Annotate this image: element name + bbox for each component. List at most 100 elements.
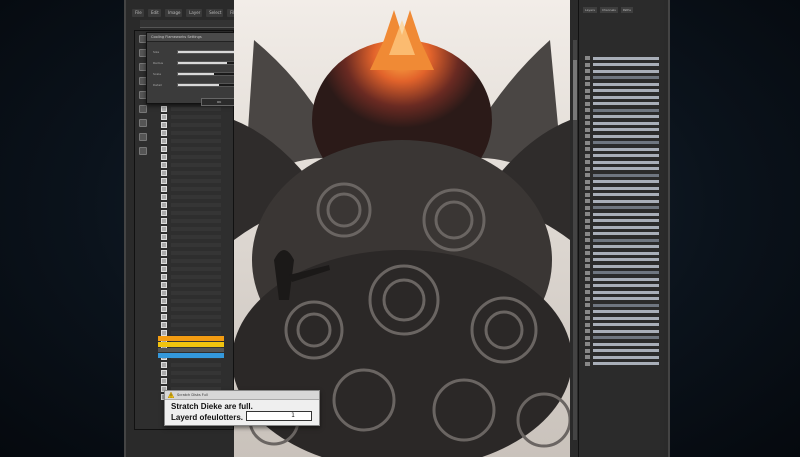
list-item[interactable] <box>585 179 659 184</box>
layer-row[interactable] <box>161 298 231 304</box>
list-item[interactable] <box>585 101 659 106</box>
layer-row[interactable] <box>161 130 231 136</box>
layer-row[interactable] <box>161 378 231 384</box>
list-item[interactable] <box>585 225 659 229</box>
layer-row[interactable] <box>161 290 231 296</box>
menu-item-image[interactable]: Image <box>164 9 183 17</box>
list-item[interactable] <box>585 82 659 86</box>
layer-row[interactable] <box>161 322 231 328</box>
list-item[interactable] <box>585 212 659 216</box>
layer-row[interactable] <box>161 370 231 376</box>
layer-selection-blue[interactable] <box>158 353 224 358</box>
list-item[interactable] <box>585 361 659 366</box>
layer-row[interactable] <box>161 122 231 128</box>
list-item[interactable] <box>585 166 659 171</box>
list-item[interactable] <box>585 140 659 145</box>
list-item[interactable] <box>585 290 659 294</box>
list-item[interactable] <box>585 108 659 112</box>
layer-row[interactable] <box>161 234 231 240</box>
list-item[interactable] <box>585 147 659 151</box>
list-item[interactable] <box>585 205 659 210</box>
layer-row[interactable] <box>161 202 231 208</box>
list-item[interactable] <box>585 296 659 301</box>
layer-row[interactable] <box>161 250 231 256</box>
list-item[interactable] <box>585 329 659 333</box>
list-item[interactable] <box>585 283 659 288</box>
tab-paths[interactable]: Paths <box>620 7 633 13</box>
eraser-tool-icon[interactable] <box>139 105 147 113</box>
gradient-tool-icon[interactable] <box>139 119 147 127</box>
layer-row[interactable] <box>161 106 231 112</box>
text-tool-icon[interactable] <box>139 133 147 141</box>
list-item[interactable] <box>585 238 659 242</box>
list-item[interactable] <box>585 69 659 73</box>
list-item[interactable] <box>585 335 659 340</box>
ok-button[interactable]: OK <box>201 98 237 106</box>
list-item[interactable] <box>585 231 659 236</box>
layer-row[interactable] <box>161 194 231 200</box>
layer-row[interactable] <box>161 114 231 120</box>
layer-row[interactable] <box>161 306 231 312</box>
list-item[interactable] <box>585 173 659 177</box>
list-item[interactable] <box>585 316 659 320</box>
list-item[interactable] <box>585 218 659 223</box>
layer-row[interactable] <box>161 218 231 224</box>
layer-row[interactable] <box>161 266 231 272</box>
list-item[interactable] <box>585 192 659 197</box>
layer-row[interactable] <box>161 362 231 368</box>
layer-selection-yellow[interactable] <box>158 341 224 347</box>
layer-row[interactable] <box>161 242 231 248</box>
layer-row[interactable] <box>161 282 231 288</box>
layer-row[interactable] <box>161 154 231 160</box>
list-item[interactable] <box>585 121 659 125</box>
alert-value-field[interactable]: 1 <box>246 411 312 421</box>
list-item[interactable] <box>585 264 659 268</box>
layer-row[interactable] <box>161 274 231 280</box>
layer-selection-gray[interactable] <box>158 347 224 353</box>
menu-item-select[interactable]: Select <box>206 9 224 17</box>
menu-item-layer[interactable]: Layer <box>186 9 203 17</box>
zoom-tool-icon[interactable] <box>139 147 147 155</box>
tab-layers[interactable]: Layers <box>583 7 597 13</box>
document-canvas[interactable] <box>234 0 570 457</box>
layer-row[interactable] <box>161 226 231 232</box>
list-item[interactable] <box>585 114 659 119</box>
list-item[interactable] <box>585 186 659 190</box>
list-item[interactable] <box>585 355 659 359</box>
layer-row[interactable] <box>161 210 231 216</box>
list-item[interactable] <box>585 270 659 275</box>
layer-row[interactable] <box>161 138 231 144</box>
list-item[interactable] <box>585 95 659 99</box>
list-item[interactable] <box>585 134 659 138</box>
list-item[interactable] <box>585 322 659 327</box>
list-item[interactable] <box>585 56 659 60</box>
layer-row[interactable] <box>161 178 231 184</box>
list-item[interactable] <box>585 342 659 346</box>
list-item[interactable] <box>585 153 659 158</box>
list-item[interactable] <box>585 257 659 262</box>
layer-selection-orange[interactable] <box>158 336 224 341</box>
layer-row[interactable] <box>161 162 231 168</box>
layer-row[interactable] <box>161 258 231 264</box>
list-item[interactable] <box>585 251 659 255</box>
list-item[interactable] <box>585 62 659 67</box>
layer-row[interactable] <box>161 146 231 152</box>
scrollbar-thumb[interactable] <box>573 60 577 120</box>
list-item[interactable] <box>585 277 659 281</box>
list-item[interactable] <box>585 199 659 203</box>
canvas-scrollbar[interactable] <box>573 40 577 440</box>
list-item[interactable] <box>585 88 659 93</box>
menu-item-edit[interactable]: Edit <box>148 9 161 17</box>
layer-row[interactable] <box>161 314 231 320</box>
list-item[interactable] <box>585 244 659 249</box>
layer-row[interactable] <box>161 186 231 192</box>
menu-item-file[interactable]: File <box>132 9 144 17</box>
list-item[interactable] <box>585 348 659 353</box>
list-item[interactable] <box>585 160 659 164</box>
layer-row[interactable] <box>161 170 231 176</box>
list-item[interactable] <box>585 303 659 307</box>
list-item[interactable] <box>585 75 659 80</box>
tab-channels[interactable]: Channels <box>599 7 618 13</box>
list-item[interactable] <box>585 309 659 314</box>
list-item[interactable] <box>585 127 659 132</box>
